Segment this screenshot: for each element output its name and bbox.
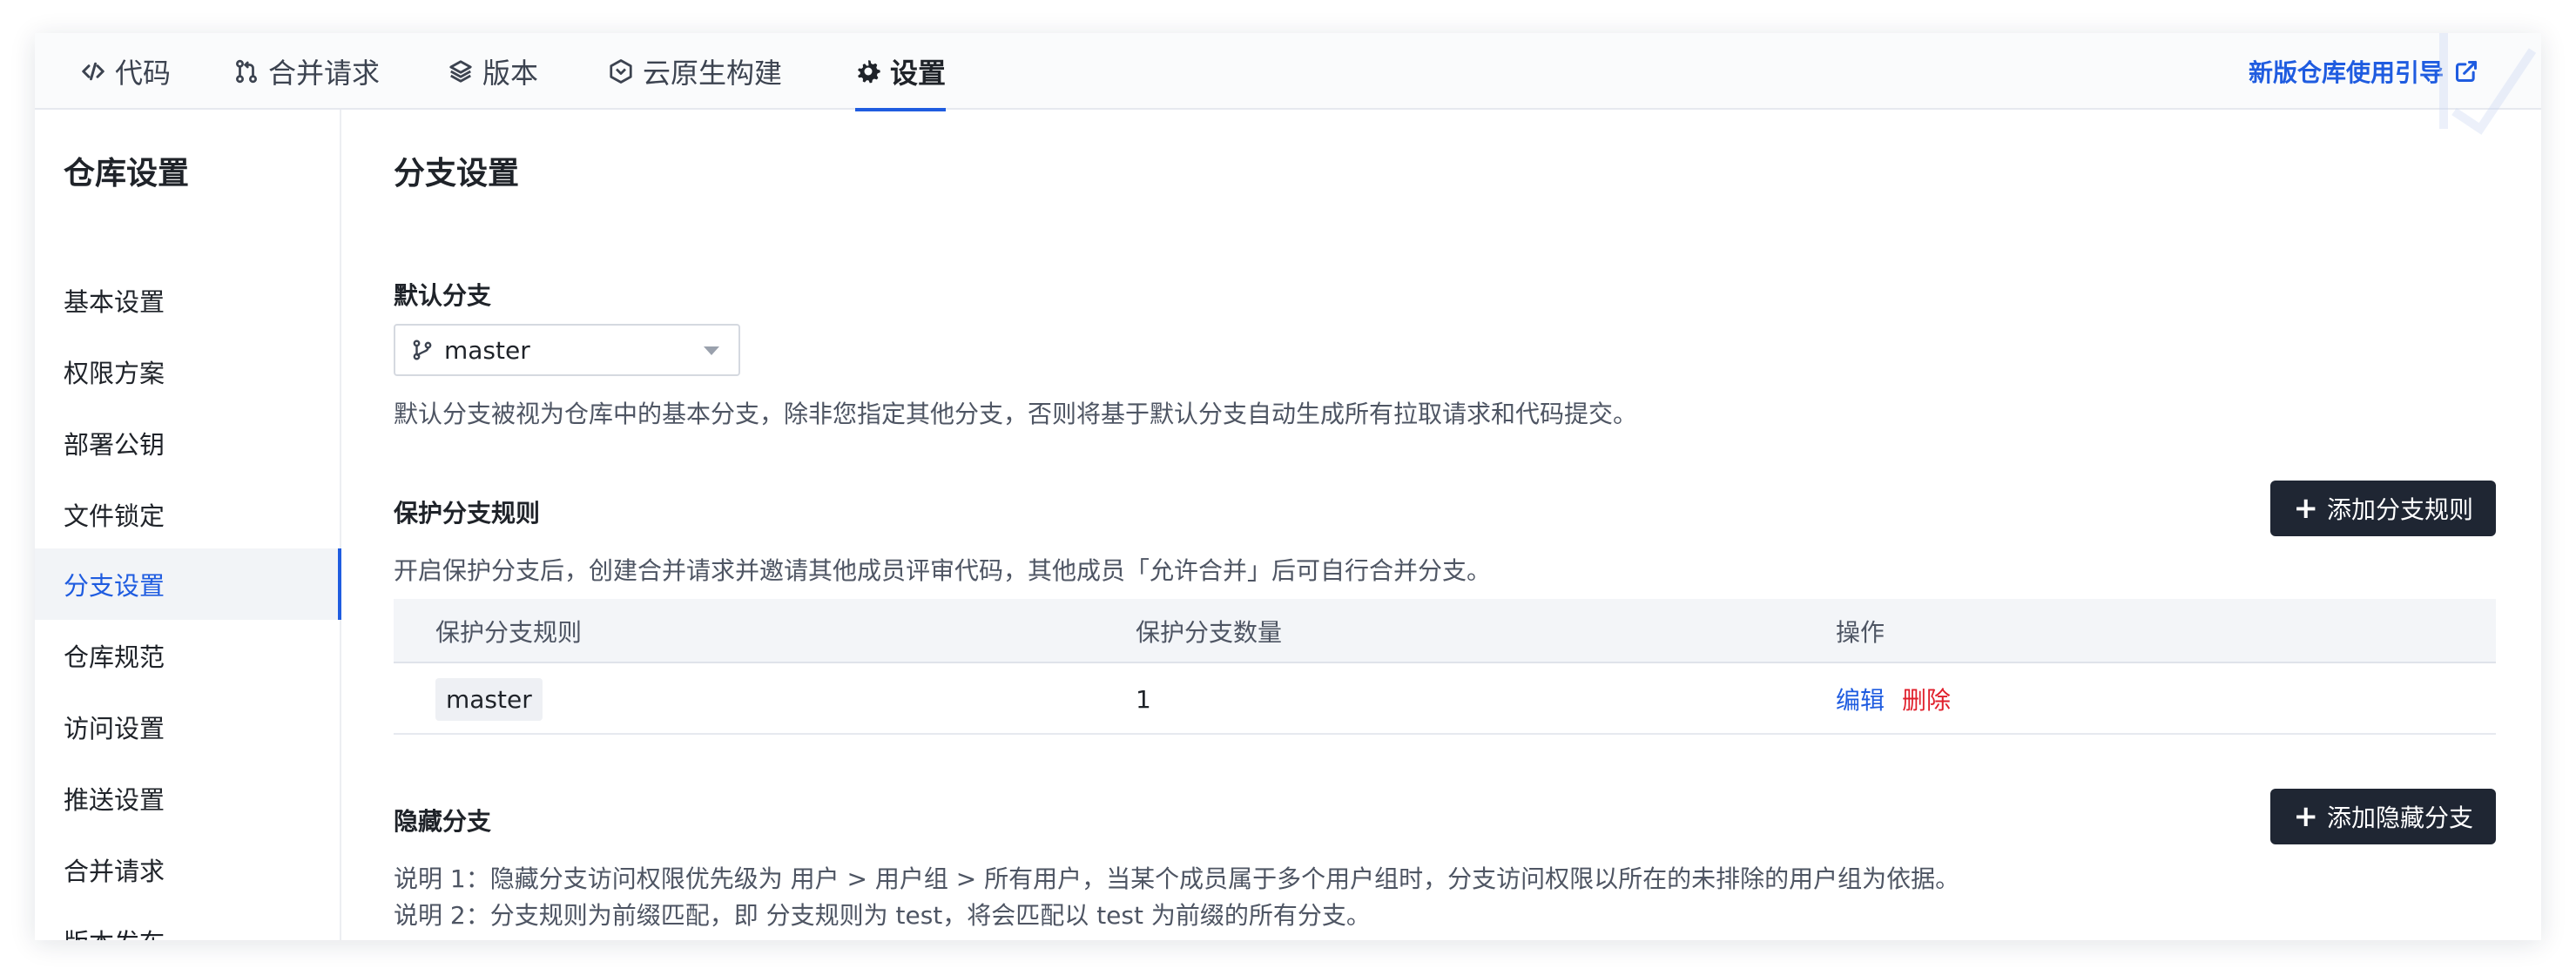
top-tab-bar: 代码 合并请求 版本 云原生构建 设置 新版仓库使用引导 — [35, 33, 2541, 135]
sidebar-item-label: 合并请求 — [64, 857, 165, 886]
tab-label: 设置 — [890, 57, 947, 90]
plus-icon: + — [2293, 491, 2318, 526]
gear-icon — [858, 60, 880, 84]
sidebar-item-releases[interactable]: 版本发布 — [35, 905, 341, 940]
chevron-down-icon — [704, 346, 719, 355]
branch-icon — [413, 340, 432, 360]
sidebar-item-file-lock[interactable]: 文件锁定 — [35, 479, 341, 550]
tab-cloud-build[interactable]: 云原生构建 — [608, 33, 782, 110]
sidebar-item-label: 分支设置 — [64, 571, 165, 601]
sidebar-item-merge-requests[interactable]: 合并请求 — [35, 834, 341, 905]
branch-count: 1 — [1136, 684, 1151, 714]
tab-code[interactable]: 代码 — [80, 33, 171, 110]
default-branch-description: 默认分支被视为仓库中的基本分支，除非您指定其他分支，否则将基于默认分支自动生成所… — [394, 400, 1638, 428]
sidebar-title: 仓库设置 — [64, 156, 190, 192]
page-title: 分支设置 — [394, 156, 520, 192]
tab-label: 云原生构建 — [643, 57, 783, 90]
merge-request-icon — [236, 59, 257, 84]
tab-merge-requests[interactable]: 合并请求 — [233, 33, 380, 110]
sidebar-item-basic[interactable]: 基本设置 — [35, 265, 341, 336]
default-branch-value: master — [444, 335, 530, 365]
default-branch-select[interactable]: master — [394, 324, 740, 376]
sidebar-item-push[interactable]: 推送设置 — [35, 763, 341, 834]
delete-rule-link[interactable]: 删除 — [1902, 682, 1951, 716]
column-header: 保护分支数量 — [1136, 618, 1283, 647]
sidebar-item-label: 基本设置 — [64, 287, 165, 317]
guide-link-label: 新版仓库使用引导 — [2248, 58, 2444, 87]
button-label: 添加隐藏分支 — [2326, 804, 2473, 832]
sidebar-item-repo-standards[interactable]: 仓库规范 — [35, 620, 341, 691]
tab-releases[interactable]: 版本 — [448, 33, 538, 110]
sidebar-item-label: 部署公钥 — [64, 430, 165, 460]
layers-icon — [449, 60, 472, 83]
edit-rule-link[interactable]: 编辑 — [1836, 682, 1885, 716]
hidden-branch-note-1: 说明 1：隐藏分支访问权限优先级为 用户 > 用户组 > 所有用户，当某个成员属… — [394, 864, 1960, 893]
tab-settings[interactable]: 设置 — [855, 33, 947, 111]
button-label: 添加分支规则 — [2326, 495, 2473, 524]
branch-settings-panel: 分支设置 默认分支 master 默认分支被视为仓库中的基本分支，除非您指定其他… — [394, 110, 2496, 940]
tab-label: 合并请求 — [268, 57, 381, 90]
sidebar-item-label: 访问设置 — [64, 714, 165, 743]
default-branch-label: 默认分支 — [394, 281, 492, 310]
add-hidden-branch-button[interactable]: + 添加隐藏分支 — [2270, 789, 2496, 844]
column-header: 保护分支规则 — [435, 618, 583, 647]
tab-label: 代码 — [115, 57, 172, 90]
settings-sidebar: 仓库设置 基本设置 权限方案 部署公钥 文件锁定 分支设置 仓库规范 访问设置 … — [35, 110, 341, 940]
code-icon — [82, 62, 105, 81]
sidebar-item-label: 推送设置 — [64, 785, 165, 815]
plus-icon: + — [2293, 799, 2318, 834]
tab-label: 版本 — [482, 57, 539, 90]
add-branch-rule-button[interactable]: + 添加分支规则 — [2270, 481, 2496, 536]
sidebar-item-label: 文件锁定 — [64, 501, 165, 531]
sidebar-item-label: 版本发布 — [64, 923, 165, 940]
table-row: master 1 编辑 删除 — [394, 663, 2496, 735]
sidebar-item-branch-settings[interactable]: 分支设置 — [35, 548, 341, 620]
protected-branch-description: 开启保护分支后，创建合并请求并邀请其他成员评审代码，其他成员「允许合并」后可自行… — [394, 556, 1492, 585]
sidebar-item-deploy-keys[interactable]: 部署公钥 — [35, 407, 341, 479]
branch-rule-tag: master — [435, 677, 543, 721]
protected-branch-label: 保护分支规则 — [394, 499, 541, 528]
protected-branch-table: 保护分支规则 保护分支数量 操作 master 1 编辑 删除 — [394, 599, 2496, 735]
cloud-build-icon — [610, 59, 632, 84]
column-header: 操作 — [1836, 618, 1885, 647]
hidden-branch-label: 隐藏分支 — [394, 807, 492, 836]
sidebar-item-label: 权限方案 — [64, 359, 165, 388]
sidebar-item-permissions[interactable]: 权限方案 — [35, 336, 341, 407]
sidebar-item-access[interactable]: 访问设置 — [35, 691, 341, 763]
hidden-branch-note-2: 说明 2：分支规则为前缀匹配，即 分支规则为 test，将会匹配以 test 为… — [394, 901, 1371, 930]
repo-settings-window: 代码 合并请求 版本 云原生构建 设置 新版仓库使用引导 仓库设置 基本设置 权… — [35, 33, 2541, 940]
sidebar-item-label: 仓库规范 — [64, 642, 165, 672]
table-header: 保护分支规则 保护分支数量 操作 — [394, 599, 2496, 663]
